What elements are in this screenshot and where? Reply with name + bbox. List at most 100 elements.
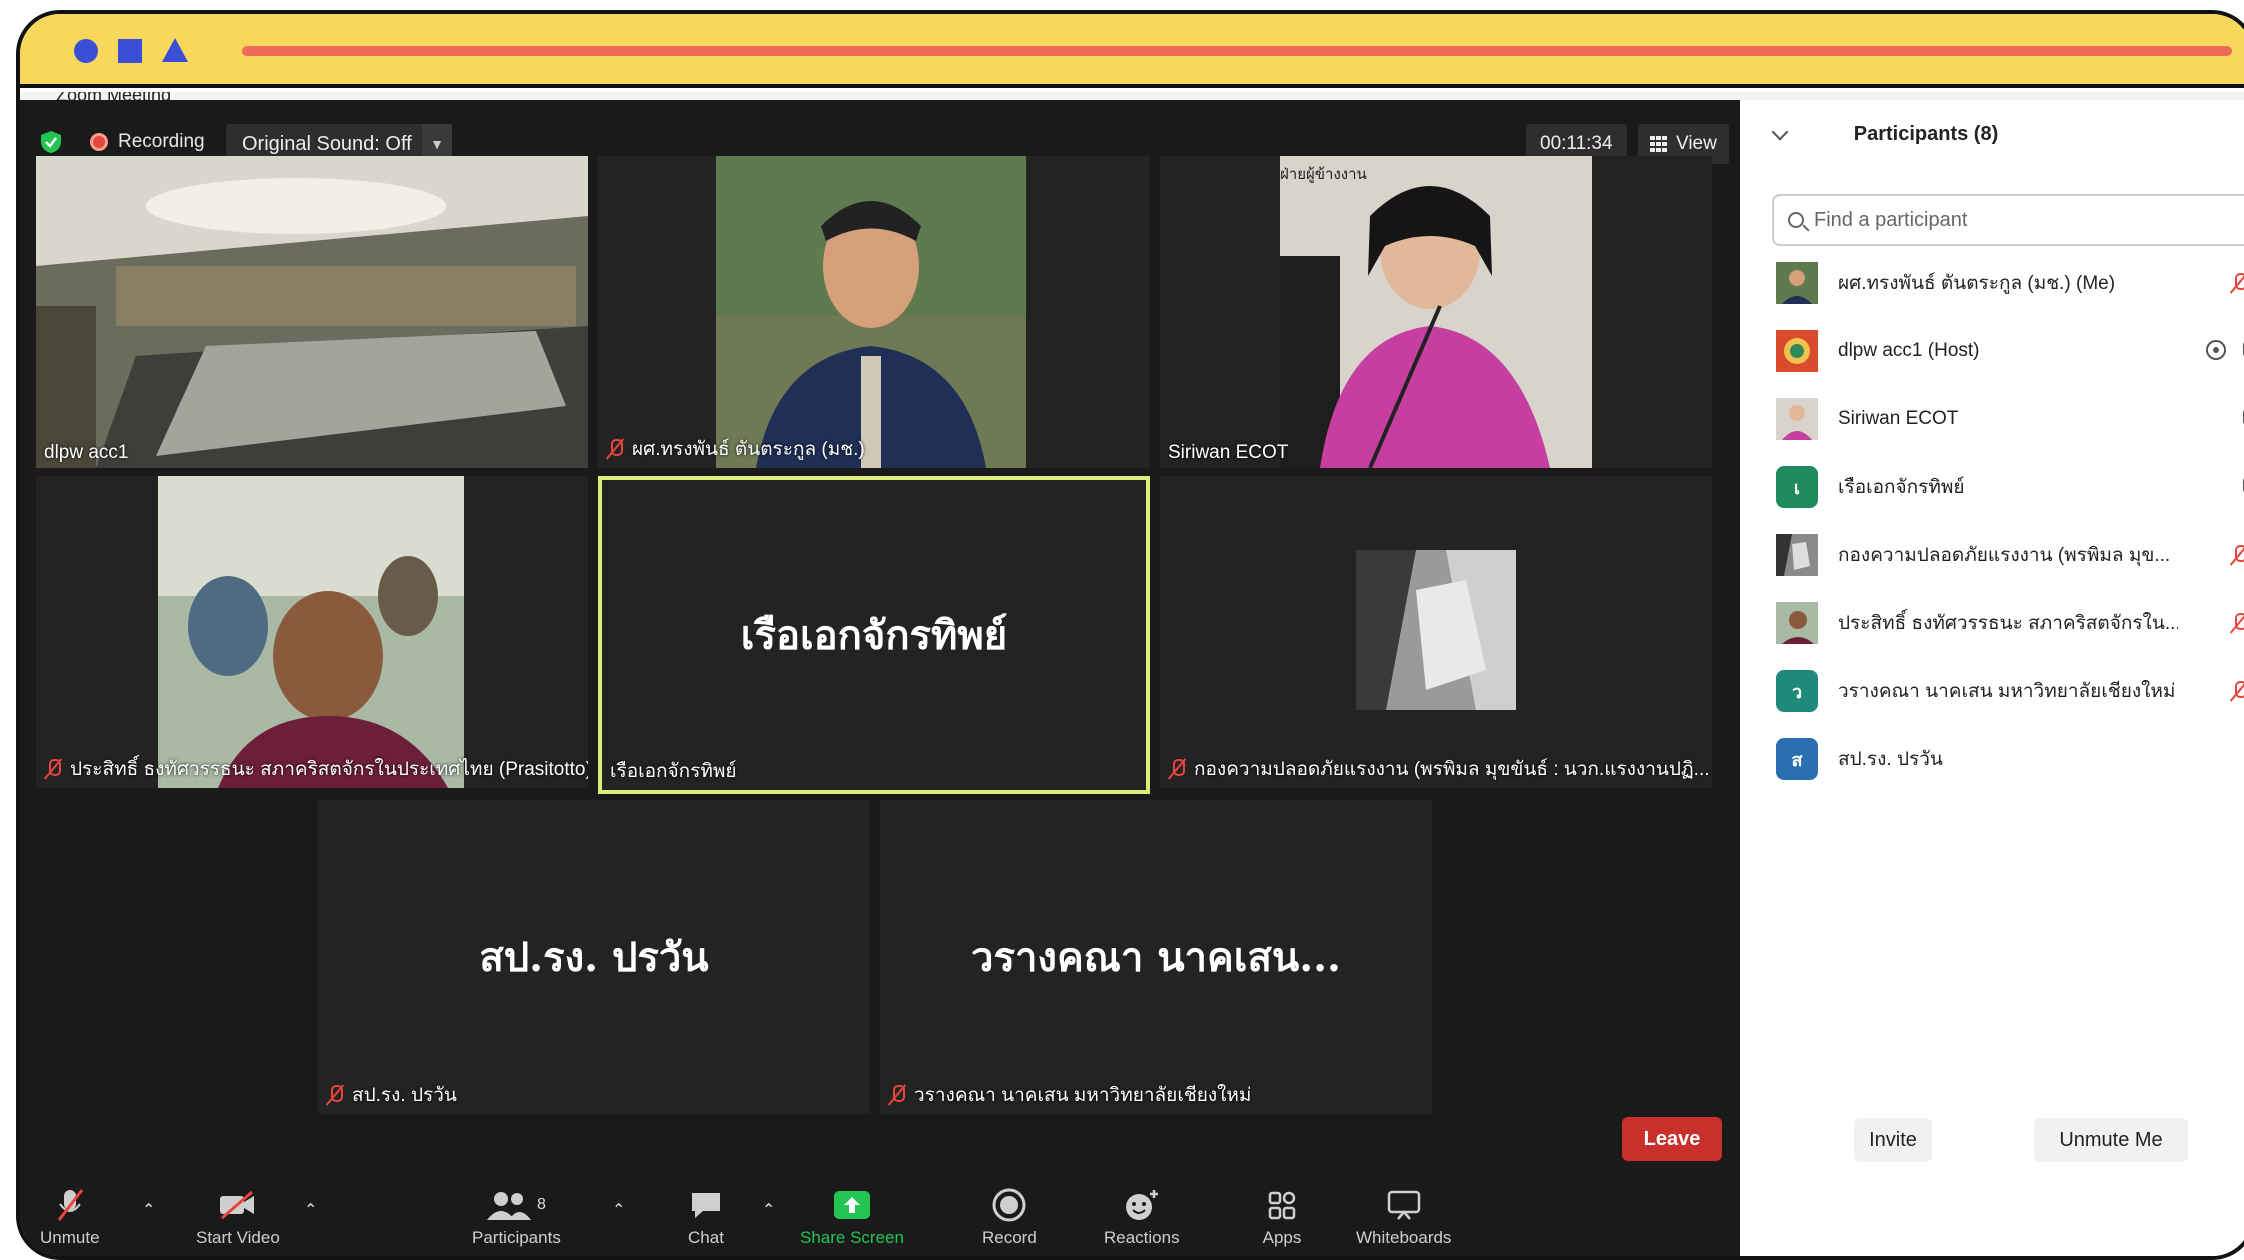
video-tile[interactable]: ประสิทธิ์ ธงทัศวรรธนะ สภาคริสตจักรในประเ… bbox=[36, 476, 588, 788]
participant-row[interactable]: ผศ.ทรงพันธ์ ตันตระกูล (มช.) (Me) bbox=[1776, 260, 2244, 306]
share-screen-label: Share Screen bbox=[800, 1228, 904, 1247]
tile-name-label: วรางคณา นาคเสน มหาวิทยาลัยเชียงใหม่ bbox=[914, 1085, 1252, 1106]
avatar bbox=[1776, 602, 1818, 644]
chevron-up-icon[interactable]: ⌃ bbox=[304, 1200, 317, 1220]
tile-name: เรือเอกจักรทิพย์ bbox=[610, 756, 737, 786]
participant-name: วรางคณา นาคเสน มหาวิทยาลัยเชียงใหม่ bbox=[1838, 681, 2176, 702]
tile-name-label: ประสิทธิ์ ธงทัศวรรธนะ สภาคริสตจักรในประเ… bbox=[70, 759, 588, 780]
avatar: เ bbox=[1776, 466, 1818, 508]
participant-name: ผศ.ทรงพันธ์ ตันตระกูล (มช.) (Me) bbox=[1838, 273, 2116, 294]
tile-name-label: เรือเอกจักรทิพย์ bbox=[610, 761, 737, 782]
apps-button[interactable]: Apps bbox=[1262, 1188, 1302, 1248]
mic-muted-icon bbox=[1168, 758, 1186, 780]
participant-search-input[interactable]: Find a participant bbox=[1772, 194, 2244, 246]
avatar bbox=[1776, 330, 1818, 372]
record-icon bbox=[992, 1188, 1026, 1222]
unmute-button[interactable]: Unmute bbox=[40, 1188, 100, 1248]
unmute-label: Unmute bbox=[40, 1228, 100, 1247]
video-tile[interactable]: สป.รง. ปรวัน สป.รง. ปรวัน bbox=[318, 800, 870, 1114]
apps-icon bbox=[1268, 1191, 1296, 1220]
participant-name: ประสิทธิ์ ธงทัศวรรธนะ สภาคริสตจักรใน... bbox=[1838, 613, 2178, 634]
mic-icon[interactable] bbox=[2240, 408, 2244, 430]
video-tile[interactable]: วรางคณา นาคเสน... วรางคณา นาคเสน มหาวิทย… bbox=[880, 800, 1432, 1114]
participant-row[interactable]: Siriwan ECOT bbox=[1776, 396, 2244, 442]
chevron-up-icon[interactable]: ⌃ bbox=[612, 1200, 625, 1220]
view-label: View bbox=[1676, 133, 1717, 154]
mic-muted-icon bbox=[326, 1084, 344, 1106]
whiteboards-label: Whiteboards bbox=[1356, 1228, 1452, 1247]
video-tile[interactable]: dlpw acc1 bbox=[36, 156, 588, 468]
participant-row[interactable]: เ เรือเอกจักรทิพย์ bbox=[1776, 464, 2244, 510]
unmute-me-button[interactable]: Unmute Me bbox=[2034, 1118, 2188, 1162]
panel-title: Participants (8) bbox=[1853, 123, 1999, 145]
record-button[interactable]: Record bbox=[982, 1188, 1037, 1248]
tile-name-label: สป.รง. ปรวัน bbox=[352, 1085, 457, 1106]
chevron-up-icon[interactable]: ⌃ bbox=[762, 1200, 775, 1220]
video-tile[interactable]: กองความปลอดภัยแรงงาน (พรพิมล มุขขันธ์ : … bbox=[1160, 476, 1712, 788]
chevron-up-icon[interactable]: ⌃ bbox=[142, 1200, 155, 1220]
mic-muted-icon bbox=[57, 1189, 83, 1221]
participant-row[interactable]: dlpw acc1 (Host) bbox=[1776, 328, 2244, 374]
share-screen-button[interactable]: Share Screen bbox=[800, 1188, 904, 1248]
participant-display-name: สป.รง. ปรวัน bbox=[479, 934, 709, 981]
chat-label: Chat bbox=[688, 1228, 724, 1247]
participant-row[interactable]: ส สป.รง. ปรวัน bbox=[1776, 736, 2244, 782]
record-label: Record bbox=[982, 1228, 1037, 1247]
participant-display-name: เรือเอกจักรทิพย์ bbox=[740, 612, 1008, 659]
video-tile[interactable]: ฝ่ายผู้ข้างงาน Siriwan ECOT bbox=[1160, 156, 1712, 468]
tile-name-label: dlpw acc1 bbox=[44, 442, 129, 463]
participants-count: 8 bbox=[536, 1196, 546, 1213]
video-tile-active-speaker[interactable]: เรือเอกจักรทิพย์ เรือเอกจักรทิพย์ bbox=[598, 476, 1150, 794]
tile-name: สป.รง. ปรวัน bbox=[326, 1080, 457, 1110]
participant-name: กองความปลอดภัยแรงงาน (พรพิมล มุข... bbox=[1838, 545, 2171, 566]
search-placeholder: Find a participant bbox=[1814, 208, 1968, 231]
mic-muted-icon[interactable] bbox=[2230, 544, 2244, 566]
avatar bbox=[1776, 262, 1818, 304]
meeting-area: Recording Original Sound: Off ▼ 00:11:34… bbox=[20, 100, 1740, 1256]
tile-name: วรางคณา นาคเสน มหาวิทยาลัยเชียงใหม่ bbox=[888, 1080, 1251, 1110]
profile-photo bbox=[1280, 156, 1592, 468]
reactions-label: Reactions bbox=[1104, 1228, 1180, 1247]
participants-panel: Participants (8) Find a participant ผศ.ท… bbox=[1740, 100, 2244, 1256]
mic-muted-icon[interactable] bbox=[2230, 612, 2244, 634]
mic-icon[interactable] bbox=[2240, 476, 2244, 498]
video-tile[interactable]: ผศ.ทรงพันธ์ ตันตระกูล (มช.) bbox=[598, 156, 1150, 468]
mic-icon[interactable] bbox=[2240, 340, 2244, 362]
camera-off-icon bbox=[219, 1190, 254, 1220]
avatar: ส bbox=[1776, 738, 1818, 780]
participants-label: Participants bbox=[472, 1228, 561, 1247]
triangle-icon bbox=[162, 38, 188, 62]
chat-button[interactable]: Chat bbox=[686, 1188, 726, 1248]
whiteboards-button[interactable]: Whiteboards bbox=[1356, 1188, 1451, 1248]
participant-row[interactable]: กองความปลอดภัยแรงงาน (พรพิมล มุข... bbox=[1776, 532, 2244, 578]
record-dot-icon bbox=[90, 133, 108, 151]
reactions-button[interactable]: Reactions bbox=[1104, 1188, 1180, 1248]
profile-photo bbox=[158, 476, 464, 788]
avatar: ว bbox=[1776, 670, 1818, 712]
recording-icon bbox=[2206, 340, 2226, 360]
reactions-icon bbox=[1125, 1190, 1158, 1220]
participant-row[interactable]: ประสิทธิ์ ธงทัศวรรธนะ สภาคริสตจักรใน... bbox=[1776, 600, 2244, 646]
mic-muted-icon[interactable] bbox=[2230, 272, 2244, 294]
mic-muted-icon bbox=[888, 1084, 906, 1106]
mic-muted-icon[interactable] bbox=[2230, 680, 2244, 702]
participant-name: สป.รง. ปรวัน bbox=[1838, 749, 1943, 770]
start-video-label: Start Video bbox=[196, 1228, 280, 1247]
participants-button[interactable]: 8 Participants bbox=[472, 1188, 561, 1248]
participant-name: เรือเอกจักรทิพย์ bbox=[1838, 477, 1965, 498]
participant-row[interactable]: ว วรางคณา นาคเสน มหาวิทยาลัยเชียงใหม่ bbox=[1776, 668, 2244, 714]
chat-icon bbox=[692, 1193, 720, 1218]
leave-button[interactable]: Leave bbox=[1622, 1117, 1722, 1161]
whiteboard-icon bbox=[1387, 1190, 1420, 1220]
start-video-button[interactable]: Start Video bbox=[196, 1188, 280, 1248]
recording-indicator[interactable]: Recording bbox=[90, 128, 205, 156]
tile-name-label: ผศ.ทรงพันธ์ ตันตระกูล (มช.) bbox=[632, 439, 865, 460]
participants-icon bbox=[486, 1192, 531, 1220]
tile-name: ประสิทธิ์ ธงทัศวรรธนะ สภาคริสตจักรในประเ… bbox=[44, 754, 588, 784]
tile-name: ผศ.ทรงพันธ์ ตันตระกูล (มช.) bbox=[606, 434, 865, 464]
tile-name: dlpw acc1 bbox=[44, 442, 129, 464]
invite-button[interactable]: Invite bbox=[1854, 1118, 1932, 1162]
device-frame: Zoom Meeting Recording Original Sound: O… bbox=[16, 10, 2244, 1260]
avatar bbox=[1776, 534, 1818, 576]
shield-icon[interactable] bbox=[40, 130, 62, 154]
